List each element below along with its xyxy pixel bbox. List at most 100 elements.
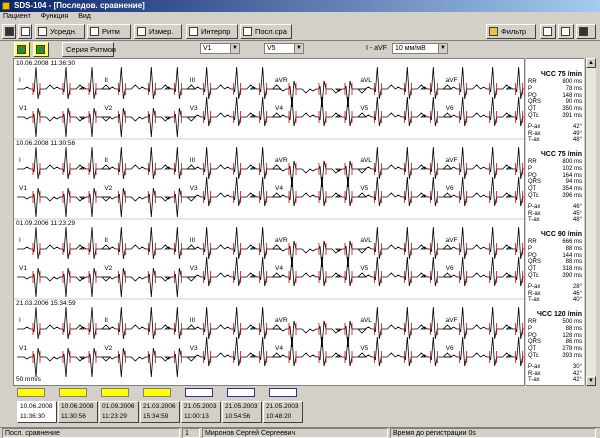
measurement-value: 88 ms [565,259,582,266]
lead-select-a-value: V1 [203,45,212,52]
average-label: Усредн. [50,27,77,36]
record-color-swatch[interactable] [185,388,213,397]
record-color-swatch[interactable] [59,388,87,397]
sequence-button[interactable]: Посл.сра [240,24,292,39]
record-tab[interactable]: 10.06.2008 11:36:30 [17,401,57,423]
ecg-view-button[interactable] [2,24,16,39]
measurement-value: 148 ms [562,92,582,99]
measurement-key: QT [528,106,537,113]
lead-label: V1 [19,345,27,352]
measurement-row: QRS 86 ms [528,339,582,346]
tab-time: 10:54:56 [225,413,251,420]
record-tab[interactable]: 21.05.2003 11:00:13 [181,401,221,423]
measurement-row: RR 800 ms [528,159,582,166]
lead-label: aVR [275,77,288,84]
lead-label: II [104,237,108,244]
axis-row: R-ax 45° [528,211,582,218]
record-color-swatch[interactable] [227,388,255,397]
series-rhythm-button[interactable]: Серия Ритмов [62,42,117,57]
axis-key: T-ax [528,217,540,224]
lead-label: aVR [275,237,288,244]
ecg-display[interactable]: 10.06.2008 11:36:30 I II III aVR aVL aVF V1 V2 V3… [13,58,525,386]
gain-select-value: 10 мм/мВ [395,45,426,52]
scroll-up-icon[interactable]: ▲ [586,58,596,68]
send-button[interactable] [576,24,596,39]
lead-label: V1 [19,265,27,272]
axis-value: 42° [572,377,582,384]
lead-label: V6 [445,265,454,272]
menu-patient[interactable]: Пациент [3,13,31,20]
print-button[interactable] [540,24,556,39]
measurement-value: 164 ms [562,172,582,179]
average-button[interactable]: Усредн. [35,24,85,39]
record-tab[interactable]: 21.05.2003 10:54:56 [222,401,262,423]
status-patient: Миронов Сергей Сергеевич [202,428,388,438]
axis-key: T-ax [528,297,540,304]
lead-range-label: I - aVF [366,45,388,52]
status-mode: Посл. сравнение [2,428,180,438]
measurement-row: QRS 90 ms [528,99,582,106]
lead-label: V4 [275,185,283,192]
measurement-row: QTc 390 ms [528,273,582,280]
lead-label: II [104,77,108,84]
status-index: 1 [182,428,200,438]
record-tab[interactable]: 21.03.2006 15:34:59 [140,401,180,423]
axis-row: R-ax 46° [528,291,582,298]
axis-row: T-ax 40° [528,297,582,304]
lead-label: aVL [360,77,372,84]
ecg-trace [443,176,524,207]
lead-label: aVL [360,157,372,164]
axis-value: 46° [572,290,582,297]
record-tab[interactable]: 21.05.2003 10:48:20 [263,401,303,423]
measurement-value: 88 ms [565,245,582,252]
menu-bar: Пациент Функция Вид [0,12,600,22]
measurement-value: 278 ms [562,346,582,353]
record-color-swatch[interactable] [101,388,129,397]
menu-function[interactable]: Функция [41,13,68,20]
lead-label: V5 [360,345,369,352]
axis-key: P-ax [528,123,541,130]
print-preview-button[interactable] [558,24,574,39]
measurement-key: QT [528,186,537,193]
scroll-down-icon[interactable]: ▼ [586,376,596,386]
record-date-label: 10.06.2008 11:30:56 [16,140,76,147]
measurement-row: QT 278 ms [528,346,582,353]
record-color-swatch[interactable] [143,388,171,397]
record-tab[interactable]: 10.06.2008 11:30:56 [58,401,98,423]
lead-label: V3 [189,105,198,112]
lead-select-a[interactable]: V1 ▼ [200,43,240,54]
axis-value: 48° [572,137,582,144]
arrow-button[interactable] [18,24,32,39]
record-tab[interactable]: 01.09.2006 11:23:29 [99,401,139,423]
lead-label: I [19,157,21,164]
lead-label: V2 [104,185,113,192]
series-rhythm-label: Серия Ритмов [66,45,117,54]
tab-date: 10.06.2008 [20,403,53,410]
measurement-value: 90 ms [565,99,582,106]
lead-label: V3 [189,185,198,192]
mode-ecg-alt-button[interactable] [33,42,49,57]
ecg-trace [443,336,524,367]
lead-label: V1 [19,105,27,112]
record-color-swatch[interactable] [17,388,45,397]
interpret-button[interactable]: Интерпр [186,24,238,39]
lead-label: III [189,77,196,84]
rhythm-button[interactable]: Ритм [87,24,131,39]
record-tabs: 10.06.2008 11:36:30 10.06.2008 11:30:56 01.0… [13,401,573,425]
measurement-key: QTc [528,272,539,279]
filter-button[interactable]: Фильтр [486,24,536,39]
measurement-key: QRS [528,339,542,346]
app-icon [2,2,10,10]
lead-label: V3 [189,265,198,272]
measurement-row: P 88 ms [528,326,582,333]
measurement-key: QRS [528,259,542,266]
speed-label: 50 mm/s [16,376,41,383]
lead-select-b[interactable]: V5 ▼ [264,43,304,54]
vertical-scrollbar[interactable]: ▲ ▼ [585,58,596,386]
gain-select[interactable]: 10 мм/мВ ▼ [392,43,448,54]
measure-button[interactable]: Измер. [134,24,182,39]
menu-view[interactable]: Вид [78,13,91,20]
mode-ecg-button[interactable] [14,42,30,57]
record-color-swatch[interactable] [269,388,297,397]
lead-label: aVF [445,317,458,324]
